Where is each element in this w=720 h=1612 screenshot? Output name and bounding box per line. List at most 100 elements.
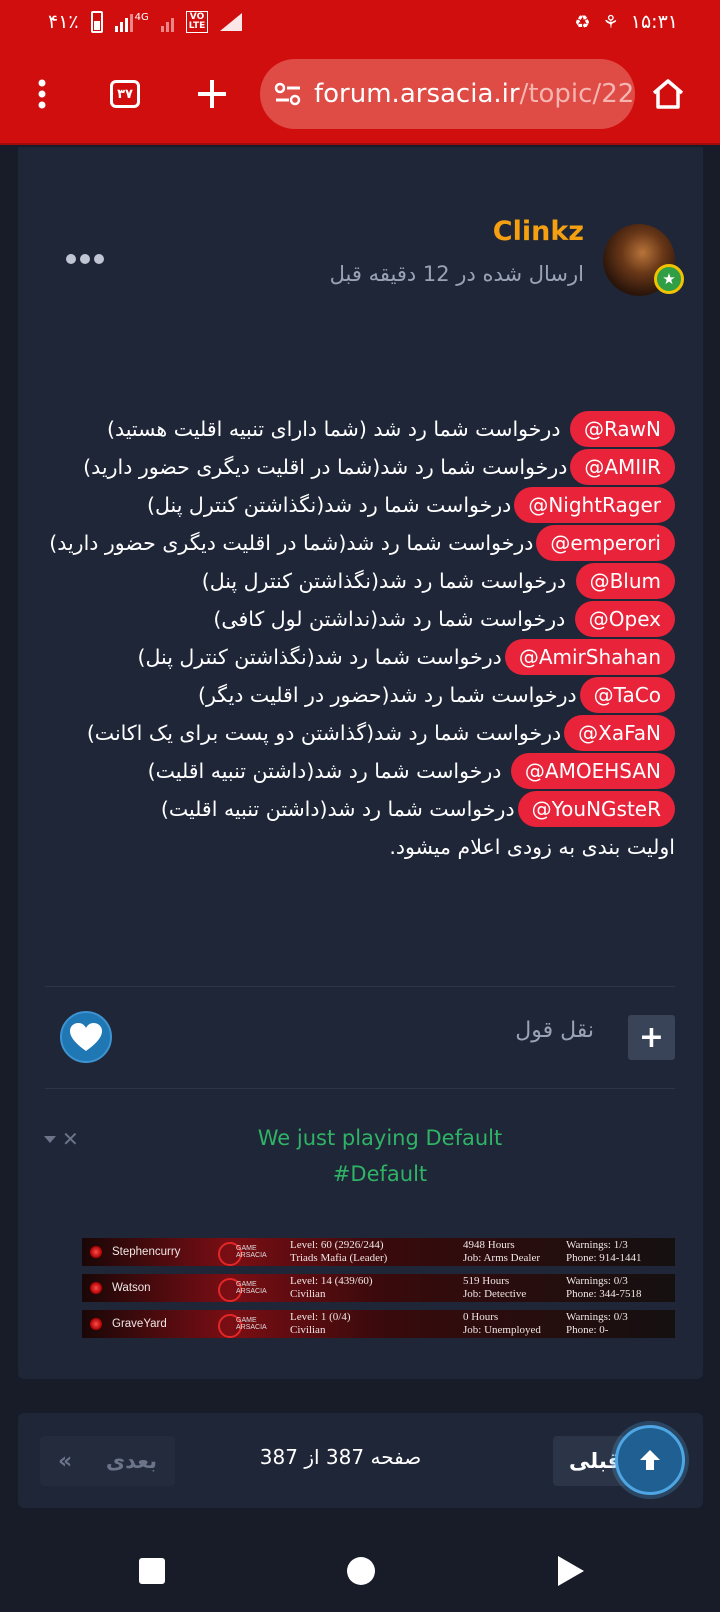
post-line-text: درخواست شما رد شد (شما دارای تنبیه اقلیت…: [106, 417, 567, 441]
home-icon: [652, 79, 684, 109]
new-tab-button[interactable]: [190, 44, 234, 144]
user-mention[interactable]: @XaFaN: [564, 715, 675, 751]
no-signal-icon: [220, 13, 243, 31]
signature-banner-row: Stephencurry GAME ARSACIA Level: 60 (2926…: [82, 1238, 675, 1266]
system-nav-bar: [0, 1520, 720, 1612]
signature-hashtag: #Default: [332, 1162, 428, 1186]
user-mention[interactable]: @Blum: [575, 563, 675, 599]
player-name: Watson: [112, 1282, 151, 1294]
player-hours: 0 Hours Job: Unemployed: [463, 1311, 541, 1336]
post-timestamp: ارسال شده در 12 دقیقه قبل: [329, 262, 584, 286]
back-button[interactable]: [558, 1556, 584, 1586]
close-icon: ✕: [62, 1127, 79, 1151]
user-mention[interactable]: @NightRager: [514, 487, 675, 523]
double-chevron-icon: «: [58, 1448, 72, 1474]
post-line-text: درخواست شما رد شد(نگذاشتن کنترل پنل): [137, 645, 502, 669]
player-level: Level: 14 (439/60) Civilian: [290, 1275, 373, 1300]
app-notification-icon: ⚘: [602, 11, 619, 33]
url-host: forum.arsacia.ir: [314, 79, 520, 109]
divider: [45, 986, 675, 987]
player-warnings: Warnings: 1/3 Phone: 914-1441: [566, 1239, 642, 1264]
pagination-bar: « بعدی صفحه 387 از 387 قبلی: [18, 1413, 703, 1508]
status-bar: ۴۱٪ 4G VO LTE ♻ ⚘ ۱۵:۳۱: [0, 0, 720, 44]
post-line-text: درخواست شما رد شد(نگذاشتن کنترل پنل): [147, 493, 512, 517]
heart-icon: [70, 1023, 102, 1051]
previous-page-label: قبلی: [569, 1449, 622, 1473]
player-warnings: Warnings: 0/3 Phone: 0-: [566, 1311, 628, 1336]
arrow-up-icon: [640, 1450, 660, 1470]
user-mention[interactable]: @Opex: [574, 601, 675, 637]
page-indicator[interactable]: صفحه 387 از 387: [218, 1445, 463, 1469]
post-line: @AMIIRدرخواست شما رد شد(شما در اقلیت دیگ…: [48, 448, 675, 486]
post-line-text: درخواست شما رد شد(حضور در اقلیت دیگر): [197, 683, 577, 707]
post-line-text: درخواست شما رد شد(داشتن تنبیه اقلیت): [147, 759, 508, 783]
android-icon: ♻: [574, 11, 591, 33]
rank-star-icon: ★: [654, 264, 684, 294]
status-dot-icon: [90, 1318, 102, 1330]
post-line-text: درخواست شما رد شد(گذاشتن دو پست برای یک …: [86, 721, 562, 745]
next-page-button[interactable]: « بعدی: [40, 1436, 175, 1486]
user-mention[interactable]: @AMOEHSAN: [510, 753, 675, 789]
url-path: /topic/22: [519, 79, 635, 109]
user-mention[interactable]: @RawN: [569, 411, 675, 447]
status-right: ♻ ⚘ ۱۵:۳۱: [574, 11, 678, 33]
multi-quote-button[interactable]: +: [628, 1015, 675, 1060]
signature-banner-row: Watson GAME ARSACIA Level: 14 (439/60) Civ…: [82, 1274, 675, 1302]
tab-count: ۳۷: [110, 80, 140, 108]
user-mention[interactable]: @TaCo: [579, 677, 675, 713]
signal-icon: [114, 12, 133, 32]
post-line-text: درخواست شما رد شد(شما در اقلیت دیگری حضو…: [49, 531, 534, 555]
post-line-text: درخواست شما رد شد(نداشتن لول کافی): [213, 607, 572, 631]
post-line: @NightRagerدرخواست شما رد شد(نگذاشتن کنت…: [48, 486, 675, 524]
address-bar[interactable]: forum.arsacia.ir/topic/22: [260, 59, 635, 129]
battery-percent: ۴۱٪: [48, 11, 79, 33]
more-vert-icon: [38, 79, 46, 109]
recents-button[interactable]: [139, 1558, 165, 1584]
network-type: 4G: [134, 11, 149, 23]
post-line: @AMOEHSAN درخواست شما رد شد(داشتن تنبیه …: [48, 752, 675, 790]
post-line: @TaCoدرخواست شما رد شد(حضور در اقلیت دیگ…: [48, 676, 675, 714]
author-name[interactable]: Clinkz: [493, 216, 584, 247]
post-footer-text: اولیت بندی به زودی اعلام میشود.: [389, 835, 675, 859]
post-line-text: درخواست شما رد شد(شما در اقلیت دیگری حضو…: [83, 455, 568, 479]
plus-icon: [198, 80, 226, 108]
post-body: @RawN درخواست شما رد شد (شما دارای تنبیه…: [48, 410, 675, 866]
menu-button[interactable]: [22, 44, 62, 144]
player-warnings: Warnings: 0/3 Phone: 344-7518: [566, 1275, 642, 1300]
player-hours: 519 Hours Job: Detective: [463, 1275, 527, 1300]
post-line: @Opex درخواست شما رد شد(نداشتن لول کافی): [48, 600, 675, 638]
divider: [45, 1088, 675, 1089]
player-name: GraveYard: [112, 1318, 167, 1330]
home-nav-button[interactable]: [347, 1557, 375, 1585]
post-line: @RawN درخواست شما رد شد (شما دارای تنبیه…: [48, 410, 675, 448]
browser-toolbar: ۳۷ forum.arsacia.ir/topic/22: [0, 44, 720, 145]
home-button[interactable]: [640, 44, 696, 144]
status-dot-icon: [90, 1282, 102, 1294]
hide-signature-button[interactable]: ✕: [44, 1127, 79, 1151]
post-line-text: درخواست شما رد شد(داشتن تنبیه اقلیت): [160, 797, 515, 821]
caret-down-icon: [44, 1135, 56, 1143]
signal-2-icon: [160, 12, 174, 32]
user-mention[interactable]: @emperori: [536, 525, 675, 561]
plus-icon: +: [638, 1020, 665, 1055]
next-page-label: بعدی: [105, 1449, 157, 1473]
signature-banner-row: GraveYard GAME ARSACIA Level: 1 (0/4) Civi…: [82, 1310, 675, 1338]
like-button[interactable]: [60, 1011, 112, 1063]
game-logo: GAME ARSACIA: [214, 1240, 286, 1266]
player-hours: 4948 Hours Job: Arms Dealer: [463, 1239, 540, 1264]
player-name: Stephencurry: [112, 1246, 181, 1258]
status-left: ۴۱٪ 4G VO LTE: [48, 11, 243, 33]
player-level: Level: 1 (0/4) Civilian: [290, 1311, 351, 1336]
user-mention[interactable]: @AMIIR: [570, 449, 675, 485]
post-line-text: درخواست شما رد شد(نگذاشتن کنترل پنل): [201, 569, 573, 593]
signature-text: We just playing Default: [257, 1126, 503, 1150]
post-line: @Blum درخواست شما رد شد(نگذاشتن کنترل پن…: [48, 562, 675, 600]
user-mention[interactable]: @AmirShahan: [504, 639, 675, 675]
more-options-icon[interactable]: [66, 254, 104, 264]
user-mention[interactable]: @YouNGsteR: [517, 791, 675, 827]
volte-icon: VO LTE: [185, 11, 209, 33]
game-logo: GAME ARSACIA: [214, 1312, 286, 1338]
quote-button[interactable]: نقل قول: [515, 1018, 594, 1043]
scroll-to-top-button[interactable]: [615, 1425, 685, 1495]
tab-switcher-button[interactable]: ۳۷: [103, 44, 147, 144]
